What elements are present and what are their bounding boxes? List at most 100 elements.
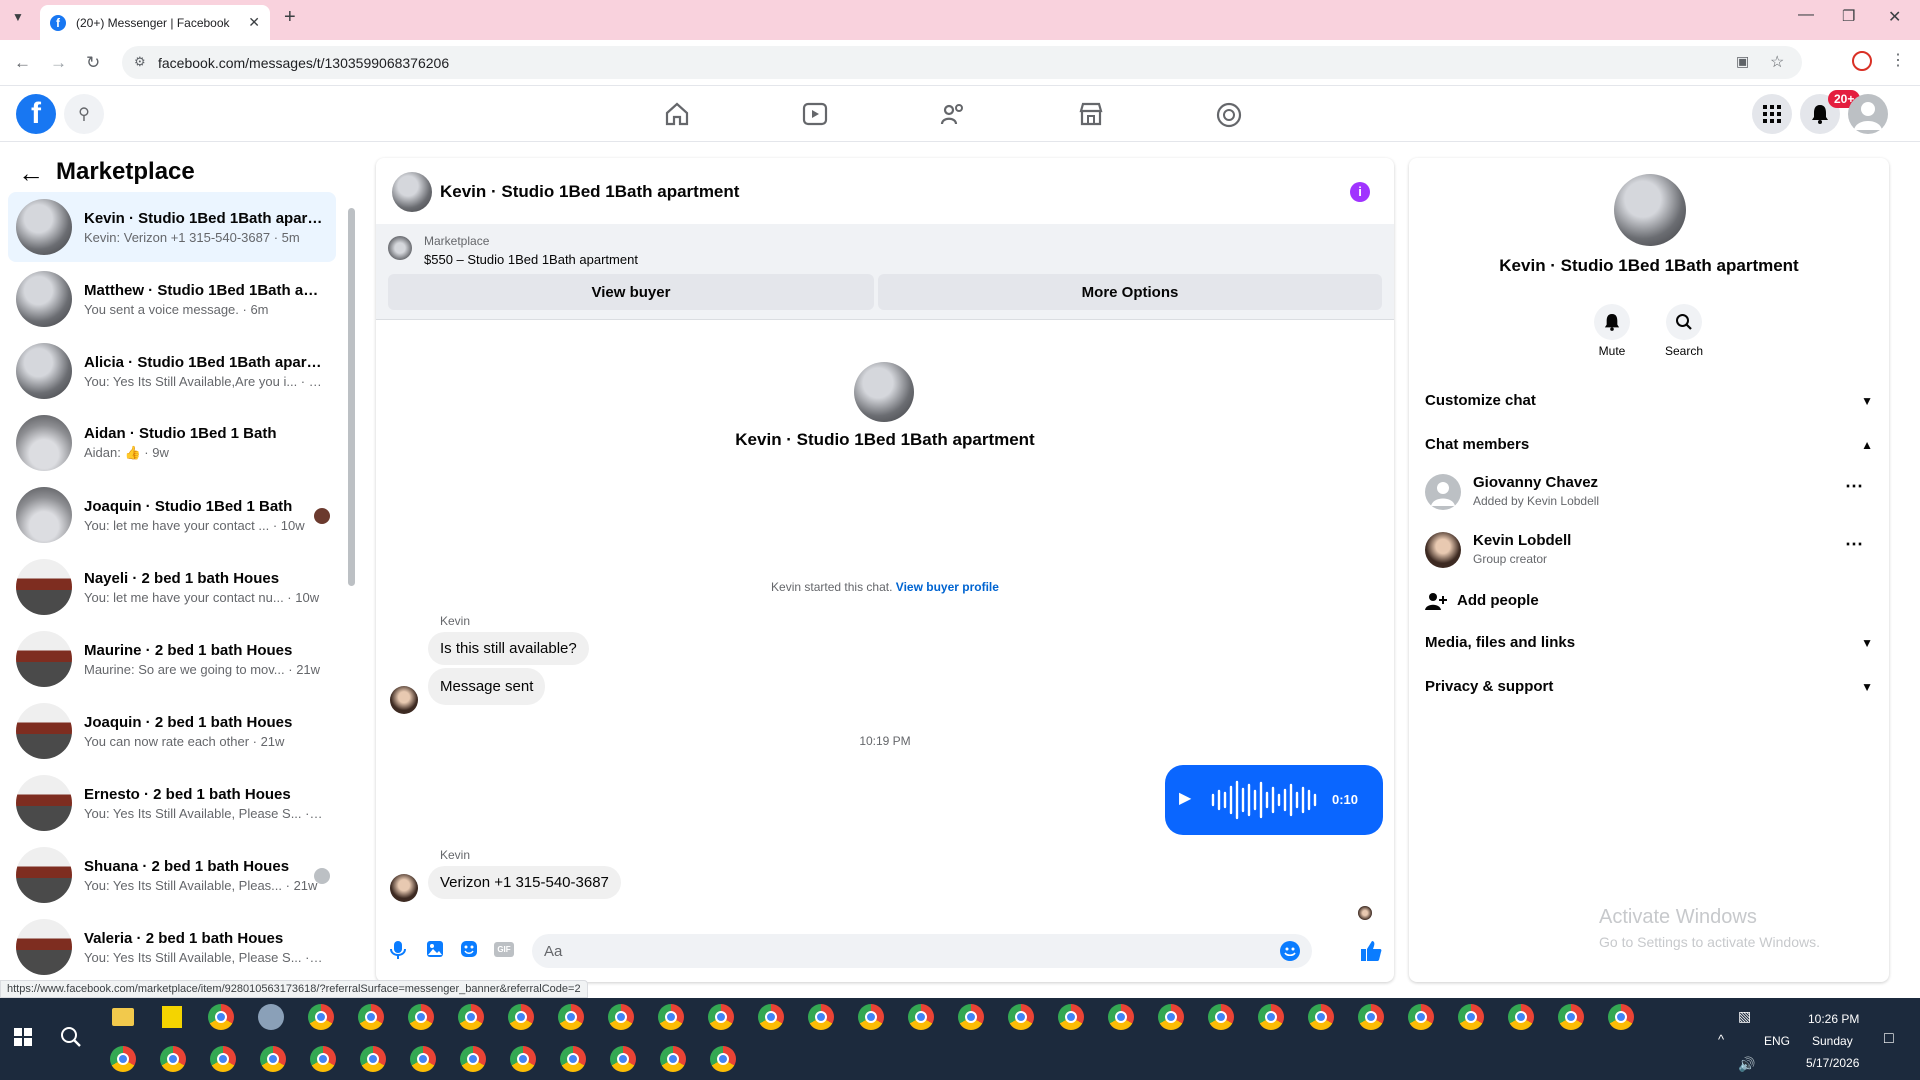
info-avatar[interactable] <box>1614 174 1686 246</box>
address-bar[interactable]: ⚙ facebook.com/messages/t/13035990683762… <box>122 46 1802 79</box>
incoming-message[interactable]: Is this still available? <box>428 632 589 665</box>
account-avatar[interactable] <box>1848 94 1888 134</box>
chat-member-item[interactable]: Kevin Lobdell Group creator ⋯ <box>1425 528 1873 576</box>
app-icon[interactable] <box>258 1004 284 1030</box>
new-tab-icon[interactable]: + <box>284 6 296 29</box>
facebook-logo-icon[interactable]: f <box>16 94 56 134</box>
chrome-profile-icon[interactable] <box>110 1046 136 1072</box>
chrome-profile-icon[interactable] <box>560 1046 586 1072</box>
view-buyer-profile-link[interactable]: View buyer profile <box>896 580 999 594</box>
chrome-profile-icon[interactable] <box>1608 1004 1634 1030</box>
file-explorer-icon[interactable] <box>112 1008 134 1026</box>
media-files-links-section[interactable]: Media, files and links ▼ <box>1425 634 1873 651</box>
chrome-profile-icon[interactable] <box>1458 1004 1484 1030</box>
gif-icon[interactable]: GIF <box>494 942 514 957</box>
incoming-message[interactable]: Verizon +1 315-540-3687 <box>428 866 621 899</box>
tab-search-icon[interactable]: ▼ <box>12 10 24 24</box>
chrome-profile-icon[interactable] <box>508 1004 534 1030</box>
profile-icon[interactable] <box>1852 51 1872 71</box>
member-options-icon[interactable]: ⋯ <box>1845 476 1863 497</box>
search-icon[interactable]: ⚲ <box>64 94 104 134</box>
site-info-icon[interactable]: ⚙ <box>134 54 146 70</box>
chrome-profile-icon[interactable] <box>410 1046 436 1072</box>
sender-avatar[interactable] <box>390 874 418 902</box>
more-options-button[interactable]: More Options <box>878 274 1382 310</box>
minimize-icon[interactable]: — <box>1798 6 1814 24</box>
chrome-profile-icon[interactable] <box>1258 1004 1284 1030</box>
listing-thumbnail[interactable] <box>388 236 412 260</box>
notification-center-icon[interactable]: □ <box>1884 1030 1894 1048</box>
chrome-profile-icon[interactable] <box>908 1004 934 1030</box>
windows-start-icon[interactable] <box>14 1028 32 1046</box>
chrome-profile-icon[interactable] <box>558 1004 584 1030</box>
customize-chat-section[interactable]: Customize chat ▼ <box>1425 392 1873 409</box>
chrome-profile-icon[interactable] <box>808 1004 834 1030</box>
back-icon[interactable]: ← <box>14 53 31 73</box>
home-icon[interactable] <box>664 102 690 126</box>
like-thumb-icon[interactable] <box>1360 940 1382 962</box>
chrome-profile-icon[interactable] <box>1108 1004 1134 1030</box>
marketplace-icon[interactable] <box>1078 102 1104 126</box>
privacy-support-section[interactable]: Privacy & support ▼ <box>1425 678 1873 695</box>
photo-icon[interactable] <box>426 940 444 958</box>
tab-close-icon[interactable]: ✕ <box>248 14 260 31</box>
chrome-profile-icon[interactable] <box>510 1046 536 1072</box>
chrome-profile-icon[interactable] <box>308 1004 334 1030</box>
gaming-icon[interactable] <box>1216 102 1242 128</box>
close-window-icon[interactable]: ✕ <box>1888 7 1901 27</box>
chat-title[interactable]: Kevin · Studio 1Bed 1Bath apartment <box>440 182 739 202</box>
chrome-profile-icon[interactable] <box>1408 1004 1434 1030</box>
conversation-item[interactable]: Ernesto · 2 bed 1 bath Houes You: Yes Its… <box>8 768 336 838</box>
groups-icon[interactable] <box>940 102 966 126</box>
conversation-item[interactable]: Maurine · 2 bed 1 bath Houes Maurine: So … <box>8 624 336 694</box>
watch-icon[interactable] <box>802 102 828 126</box>
chat-member-item[interactable]: Giovanny Chavez Added by Kevin Lobdell ⋯ <box>1425 470 1873 518</box>
info-icon[interactable]: i <box>1350 182 1370 202</box>
chrome-profile-icon[interactable] <box>458 1004 484 1030</box>
browser-menu-icon[interactable]: ⋮ <box>1890 50 1906 70</box>
voice-message[interactable]: ▶ 0:10 <box>1165 765 1383 835</box>
chrome-profile-icon[interactable] <box>358 1004 384 1030</box>
chrome-profile-icon[interactable] <box>958 1004 984 1030</box>
browser-tab[interactable]: f (20+) Messenger | Facebook ✕ <box>40 5 270 40</box>
chat-header-avatar[interactable] <box>392 172 432 212</box>
chrome-icon[interactable] <box>208 1004 234 1030</box>
chrome-profile-icon[interactable] <box>758 1004 784 1030</box>
install-app-icon[interactable]: ▣ <box>1736 53 1749 70</box>
language-indicator[interactable]: ENG <box>1764 1034 1790 1048</box>
chrome-profile-icon[interactable] <box>360 1046 386 1072</box>
volume-icon[interactable]: 🔊 <box>1738 1056 1755 1073</box>
incoming-message[interactable]: Message sent <box>428 668 546 705</box>
chrome-profile-icon[interactable] <box>210 1046 236 1072</box>
add-people-button[interactable]: Add people <box>1425 588 1873 616</box>
chrome-profile-icon[interactable] <box>460 1046 486 1072</box>
conversation-item[interactable]: Kevin · Studio 1Bed 1Bath apart... Kevin:… <box>8 192 336 262</box>
conversation-item[interactable]: Joaquin · Studio 1Bed 1 Bath You: let me … <box>8 480 336 550</box>
conversation-item[interactable]: Matthew · Studio 1Bed 1Bath ap... You sen… <box>8 264 336 334</box>
conversation-item[interactable]: Nayeli · 2 bed 1 bath Houes You: let me h… <box>8 552 336 622</box>
chrome-profile-icon[interactable] <box>710 1046 736 1072</box>
conversation-item[interactable]: Aidan · Studio 1Bed 1 Bath Aidan: 👍 · 9w <box>8 408 336 478</box>
listing-title[interactable]: $550 – Studio 1Bed 1Bath apartment <box>424 252 638 267</box>
chrome-profile-icon[interactable] <box>1208 1004 1234 1030</box>
conversation-item[interactable]: Joaquin · 2 bed 1 bath Houes You can now … <box>8 696 336 766</box>
back-arrow-icon[interactable]: ← <box>18 158 44 189</box>
tray-chevron-icon[interactable]: ^ <box>1718 1032 1724 1047</box>
chrome-profile-icon[interactable] <box>1358 1004 1384 1030</box>
bookmark-star-icon[interactable]: ☆ <box>1770 52 1784 72</box>
conversation-item[interactable]: Alicia · Studio 1Bed 1Bath apart... You: … <box>8 336 336 406</box>
play-icon[interactable]: ▶ <box>1179 788 1191 808</box>
sender-avatar[interactable] <box>390 686 418 714</box>
microphone-icon[interactable] <box>390 940 406 960</box>
chrome-profile-icon[interactable] <box>1058 1004 1084 1030</box>
message-input[interactable]: Aa <box>532 934 1312 968</box>
conversation-item[interactable]: Valeria · 2 bed 1 bath Houes You: Yes Its… <box>8 912 336 982</box>
view-buyer-button[interactable]: View buyer <box>388 274 874 310</box>
chrome-profile-icon[interactable] <box>1008 1004 1034 1030</box>
chrome-profile-icon[interactable] <box>610 1046 636 1072</box>
chrome-profile-icon[interactable] <box>658 1004 684 1030</box>
chrome-profile-icon[interactable] <box>310 1046 336 1072</box>
member-options-icon[interactable]: ⋯ <box>1845 534 1863 555</box>
clock-time[interactable]: 10:26 PM <box>1808 1012 1859 1026</box>
chrome-profile-icon[interactable] <box>160 1046 186 1072</box>
